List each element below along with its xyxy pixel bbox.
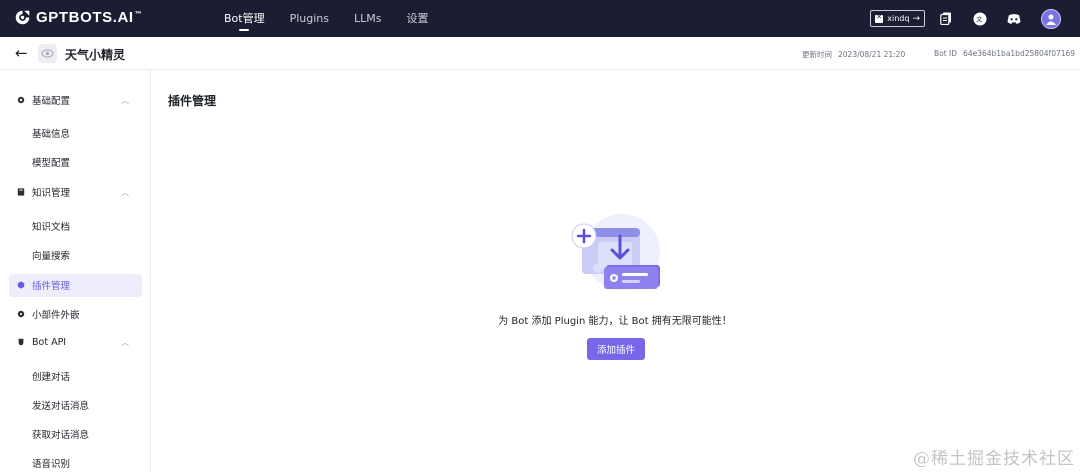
plugin-icon <box>17 281 25 289</box>
sidebar-group-basic-config[interactable]: 基础配置 ︿ <box>0 89 151 111</box>
bot-eye-icon <box>41 49 54 58</box>
sidebar-group-bot-api[interactable]: Bot API ︿ <box>0 331 151 353</box>
sidebar-item-get-messages[interactable]: 获取对话消息 <box>32 427 89 441</box>
bot-name: 天气小精灵 <box>65 48 126 62</box>
bot-id: Bot ID 64e364b1ba1bd25804f07169 <box>934 49 1076 58</box>
logo-text: GPTBOTS.AI™ <box>36 9 143 26</box>
widget-icon <box>17 310 25 318</box>
sidebar: 基础配置 ︿ 基础信息 模型配置 知识管理 ︿ 知识文档 向量搜索 插件管理 小… <box>0 70 151 472</box>
back-arrow-icon[interactable]: ← <box>15 46 28 61</box>
main-nav-tabs: Bot管理 Plugins LLMs 设置 <box>224 0 453 37</box>
bot-header: ← 天气小精灵 更新时间 2023/08/21 21:20 Bot ID 64e36… <box>0 37 1080 70</box>
sidebar-group-label: 小部件外嵌 <box>32 310 80 321</box>
watermark: @稀土掘金技术社区 <box>913 449 1075 469</box>
sidebar-group-label: Bot API <box>32 336 67 348</box>
translate-icon[interactable]: 文 <box>973 12 987 26</box>
gear-icon <box>17 96 25 104</box>
sidebar-item-model-config[interactable]: 模型配置 <box>32 155 70 169</box>
sidebar-item-basic-info[interactable]: 基础信息 <box>32 126 70 140</box>
sidebar-item-vector-search[interactable]: 向量搜索 <box>32 248 70 262</box>
sidebar-item-knowledge-docs[interactable]: 知识文档 <box>32 219 70 233</box>
sidebar-item-widget-embed[interactable]: 小部件外嵌 <box>0 303 151 325</box>
top-navbar: GPTBOTS.AI™ Bot管理 Plugins LLMs 设置 xindq … <box>0 0 1080 37</box>
discord-icon[interactable] <box>1007 12 1021 26</box>
api-icon <box>18 338 24 346</box>
workspace-icon <box>875 13 884 23</box>
sidebar-item-speech-recognition[interactable]: 语音识别 <box>32 456 70 470</box>
page-title: 插件管理 <box>168 94 217 108</box>
book-icon <box>17 188 25 196</box>
tab-settings[interactable]: 设置 <box>406 0 428 37</box>
chevron-up-icon[interactable]: ︿ <box>121 187 129 198</box>
sidebar-item-create-conversation[interactable]: 创建对话 <box>32 369 70 383</box>
sidebar-group-label: 插件管理 <box>32 281 71 292</box>
tab-plugins[interactable]: Plugins <box>290 0 329 37</box>
sidebar-item-send-message[interactable]: 发送对话消息 <box>32 398 89 412</box>
sidebar-group-label: 基础配置 <box>32 96 71 107</box>
gptbots-logo-icon <box>15 10 30 25</box>
updated-time: 更新时间 2023/08/21 21:20 <box>802 50 906 59</box>
workspace-name: xindq <box>887 14 910 23</box>
logo[interactable]: GPTBOTS.AI™ <box>14 9 142 26</box>
tab-llms[interactable]: LLMs <box>354 0 381 37</box>
tab-bot-management[interactable]: Bot管理 <box>224 0 265 37</box>
nav-right-actions: xindq → 文 <box>870 0 1061 37</box>
copy-docs-icon[interactable] <box>939 12 953 26</box>
add-plugin-button[interactable]: 添加插件 <box>587 338 645 360</box>
chevron-up-icon[interactable]: ︿ <box>121 337 129 348</box>
sidebar-item-plugin-management[interactable]: 插件管理 <box>0 274 151 296</box>
sidebar-group-knowledge[interactable]: 知识管理 ︿ <box>0 181 151 203</box>
arrow-right-icon: → <box>912 13 920 24</box>
bot-avatar <box>38 44 57 63</box>
empty-state-message: 为 Bot 添加 Plugin 能力，让 Bot 拥有无限可能性！ <box>498 316 732 327</box>
chevron-up-icon[interactable]: ︿ <box>121 95 129 106</box>
svg-text:文: 文 <box>976 15 982 23</box>
workspace-switch-button[interactable]: xindq → <box>870 10 925 27</box>
empty-plugins-illustration-icon <box>571 214 660 290</box>
user-avatar-icon[interactable] <box>1041 8 1061 29</box>
sidebar-group-label: 知识管理 <box>32 188 71 199</box>
